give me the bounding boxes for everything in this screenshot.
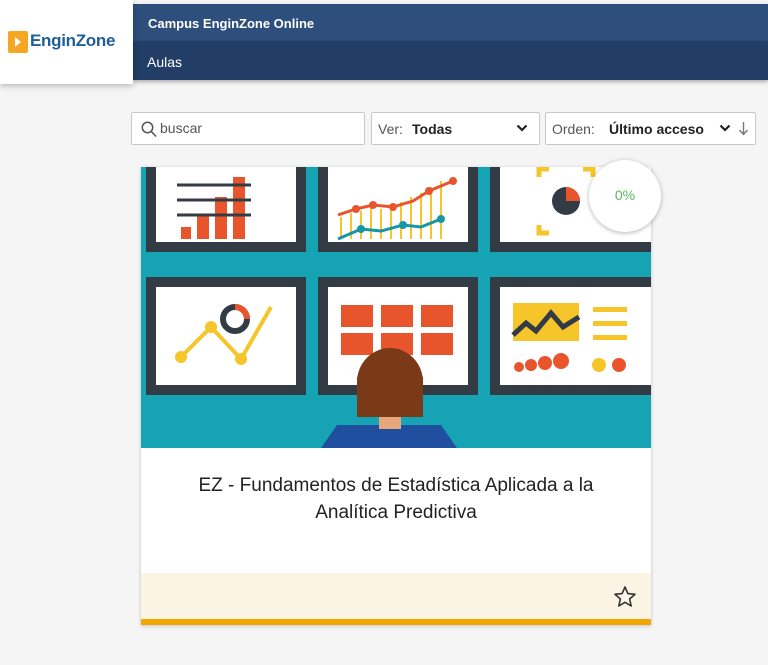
nav-item-aulas[interactable]: Aulas xyxy=(147,54,182,70)
search-box[interactable] xyxy=(131,112,365,145)
chevron-down-icon xyxy=(516,124,528,132)
course-title[interactable]: EZ - Fundamentos de Estadística Aplicada… xyxy=(161,472,631,526)
progress-percent: 0% xyxy=(614,187,636,203)
enginzone-logo-icon xyxy=(8,31,28,53)
brand-name: EnginZone xyxy=(30,31,116,50)
course-image[interactable] xyxy=(141,167,651,448)
site-title[interactable]: Campus EnginZone Online xyxy=(148,16,314,31)
chevron-down-icon xyxy=(719,124,731,132)
order-select[interactable]: Orden: Último acceso xyxy=(545,112,756,145)
order-label: Orden: xyxy=(552,121,595,137)
nav-bar: Aulas xyxy=(133,41,768,80)
order-value: Último acceso xyxy=(609,121,704,137)
arrow-down-icon[interactable] xyxy=(738,121,749,136)
star-outline-icon[interactable] xyxy=(613,585,637,609)
view-filter-select[interactable]: Ver: Todas xyxy=(371,112,540,145)
top-bar: Campus EnginZone Online xyxy=(133,4,768,41)
search-input[interactable] xyxy=(160,120,355,136)
logo[interactable]: EnginZone xyxy=(0,0,133,84)
view-filter-label: Ver: xyxy=(378,121,403,137)
course-card[interactable]: 0% EZ - Fundamentos de Estadística Aplic… xyxy=(141,160,661,625)
view-filter-value: Todas xyxy=(412,121,453,137)
card-accent-bar xyxy=(141,619,651,625)
progress-indicator: 0% xyxy=(589,160,661,232)
search-icon xyxy=(141,121,157,138)
card-footer xyxy=(141,573,651,619)
